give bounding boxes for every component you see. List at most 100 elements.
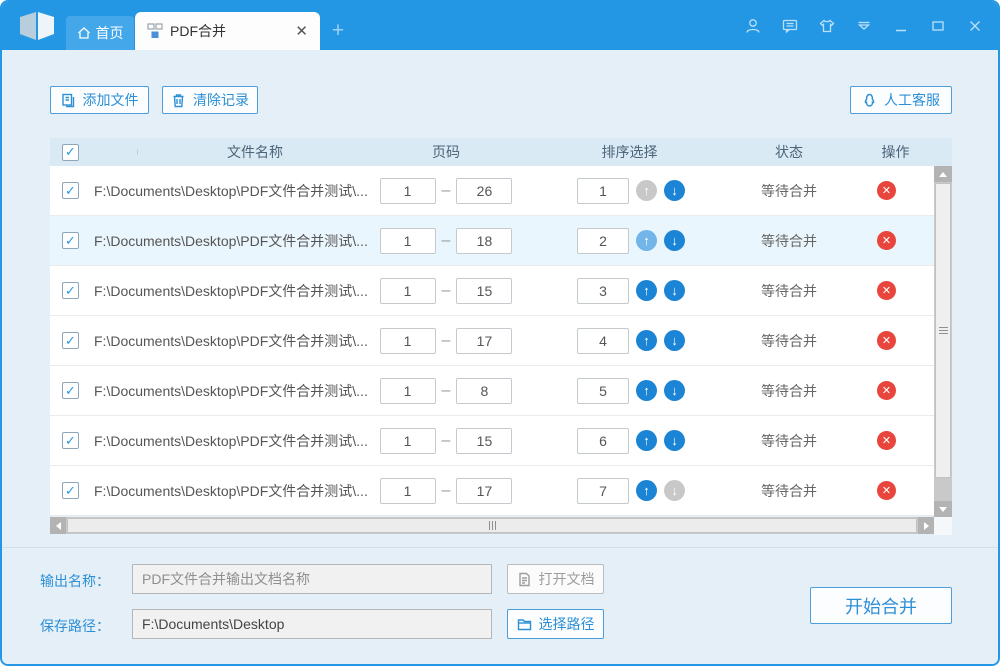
page-range-separator: – [441,181,451,199]
tab-close-icon[interactable]: ✕ [295,24,308,39]
page-end-input[interactable] [456,327,513,354]
move-up-button[interactable]: ↑ [636,230,657,251]
page-start-input[interactable] [379,427,436,454]
select-all-checkbox[interactable]: ✓ [62,143,79,161]
tab-home[interactable]: 首页 [66,16,134,50]
move-up-button[interactable]: ↑ [636,380,657,401]
move-down-button[interactable]: ↓ [664,380,685,401]
move-down-button[interactable]: ↓ [664,230,685,251]
maximize-icon[interactable] [927,15,949,37]
support-button[interactable]: 人工客服 [850,86,952,114]
page-range-separator: – [441,481,451,499]
new-tab-button[interactable]: + [324,18,352,44]
delete-row-button[interactable]: ✕ [877,231,896,250]
delete-row-button[interactable]: ✕ [877,381,896,400]
sort-order-input[interactable] [577,327,629,354]
delete-row-button[interactable]: ✕ [877,431,896,450]
move-down-button[interactable]: ↓ [664,330,685,351]
output-name-input[interactable] [132,564,492,594]
page-end-input[interactable] [456,177,513,204]
page-range-separator: – [441,331,451,349]
page-range-separator: – [441,231,451,249]
page-start-input[interactable] [379,177,436,204]
main-content: 添加文件 清除记录 人工客服 ✓ 文件名称 页码 排序选择 状态 操作 ✓ F:… [2,50,998,664]
page-range-separator: – [441,431,451,449]
delete-row-button[interactable]: ✕ [877,481,896,500]
row-checkbox[interactable]: ✓ [62,382,79,399]
delete-row-button[interactable]: ✕ [877,281,896,300]
message-icon[interactable] [779,15,801,37]
page-end-input[interactable] [456,427,513,454]
sort-order-input[interactable] [577,227,629,254]
scroll-left-button[interactable] [50,517,66,534]
row-checkbox[interactable]: ✓ [62,332,79,349]
page-range-separator: – [441,281,451,299]
table-row: ✓ F:\Documents\Desktop\PDF文件合并测试\... – ↑… [50,366,934,416]
sort-order-input[interactable] [577,377,629,404]
page-start-input[interactable] [379,227,436,254]
sort-order-input[interactable] [577,477,629,504]
sort-order-input[interactable] [577,177,629,204]
page-range-separator: – [441,381,451,399]
status-text: 等待合并 [761,432,817,449]
page-start-input[interactable] [379,377,436,404]
row-checkbox[interactable]: ✓ [62,482,79,499]
user-icon[interactable] [742,15,764,37]
move-down-button[interactable]: ↓ [664,480,685,501]
scroll-down-button[interactable] [934,501,952,517]
move-down-button[interactable]: ↓ [664,280,685,301]
add-files-button[interactable]: 添加文件 [50,86,149,114]
vertical-scrollbar[interactable] [934,166,952,517]
move-up-button[interactable]: ↑ [636,280,657,301]
page-end-input[interactable] [456,277,513,304]
page-start-input[interactable] [379,477,436,504]
start-merge-button[interactable]: 开始合并 [810,587,952,624]
delete-row-button[interactable]: ✕ [877,331,896,350]
status-text: 等待合并 [761,232,817,249]
move-up-button[interactable]: ↑ [636,180,657,201]
delete-row-button[interactable]: ✕ [877,181,896,200]
page-start-input[interactable] [379,327,436,354]
move-up-button[interactable]: ↑ [636,430,657,451]
horizontal-scrollbar[interactable] [50,517,934,534]
vertical-scroll-thumb[interactable] [935,183,951,478]
status-text: 等待合并 [761,382,817,399]
table-row: ✓ F:\Documents\Desktop\PDF文件合并测试\... – ↑… [50,266,934,316]
trash-icon [173,93,184,107]
table-row: ✓ F:\Documents\Desktop\PDF文件合并测试\... – ↑… [50,316,934,366]
row-checkbox[interactable]: ✓ [62,282,79,299]
move-up-button[interactable]: ↑ [636,330,657,351]
page-end-input[interactable] [456,377,513,404]
open-document-label: 打开文档 [538,571,595,587]
status-text: 等待合并 [761,282,817,299]
horizontal-scroll-thumb[interactable] [67,518,917,533]
row-checkbox[interactable]: ✓ [62,182,79,199]
move-up-button[interactable]: ↑ [636,480,657,501]
tab-pdf-merge[interactable]: PDF合并 ✕ [135,12,320,50]
save-path-input[interactable] [132,609,492,639]
page-start-input[interactable] [379,277,436,304]
menu-arrow-icon[interactable] [853,15,875,37]
document-icon [518,572,530,586]
status-text: 等待合并 [761,182,817,199]
close-icon[interactable] [964,15,986,37]
folder-icon [517,618,531,630]
minimize-icon[interactable] [890,15,912,37]
sort-order-input[interactable] [577,427,629,454]
page-end-input[interactable] [456,477,513,504]
scroll-right-button[interactable] [918,517,934,534]
choose-path-button[interactable]: 选择路径 [507,609,604,639]
open-document-button[interactable]: 打开文档 [507,564,604,594]
skin-icon[interactable] [816,15,838,37]
sort-order-input[interactable] [577,277,629,304]
clear-records-button[interactable]: 清除记录 [162,86,258,114]
move-down-button[interactable]: ↓ [664,430,685,451]
merge-icon [147,23,163,38]
row-checkbox[interactable]: ✓ [62,432,79,449]
page-end-input[interactable] [456,227,513,254]
app-window: 首页 PDF合并 ✕ + 添加文件 清除记录 人工客服 ✓ 文件名称 页码 排序… [0,0,1000,666]
scroll-up-button[interactable] [934,166,952,182]
home-icon [77,27,90,39]
move-down-button[interactable]: ↓ [664,180,685,201]
row-checkbox[interactable]: ✓ [62,232,79,249]
